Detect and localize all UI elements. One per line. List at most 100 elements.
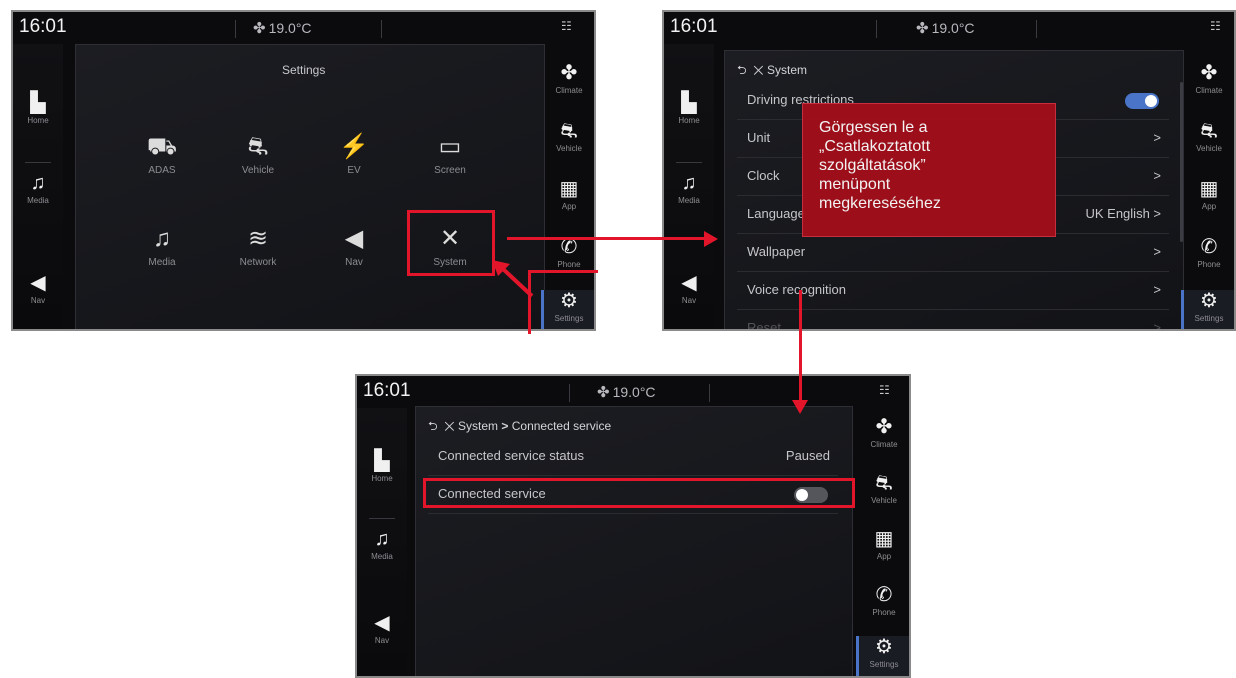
grid-icon: ▦ (559, 178, 579, 200)
callout-line: szolgáltatások” (819, 157, 926, 174)
nav-climate[interactable]: ✤ Climate (544, 62, 594, 95)
nav-home[interactable]: ▙ Home (664, 92, 714, 125)
row-label: Unit (747, 130, 771, 145)
nav-vehicle[interactable]: ⛐ Vehicle (1184, 120, 1234, 153)
music-icon: ♫ (30, 172, 46, 194)
nav-phone-label: Phone (1197, 260, 1221, 269)
tile-media[interactable]: ♫ Media (122, 225, 202, 268)
nav-navigation[interactable]: ◀ Nav (357, 612, 407, 645)
signal-icon: ☷ (1210, 19, 1221, 33)
left-nav: ▙ Home ♫ Media ◀ Nav (13, 44, 63, 329)
panel-title: System (767, 63, 808, 77)
clock: 16:01 (670, 16, 718, 37)
row-label: Wallpaper (747, 244, 806, 259)
nav-phone[interactable]: ✆ Phone (859, 584, 909, 617)
grid-icon: ▦ (874, 528, 894, 550)
tile-ev[interactable]: ⚡ EV (314, 133, 394, 176)
nav-phone[interactable]: ✆ Phone (1184, 236, 1234, 269)
nav-media[interactable]: ♫ Media (13, 172, 63, 205)
breadcrumb-separator: > (501, 419, 509, 433)
breadcrumb-root[interactable]: System (458, 419, 498, 433)
nav-navigation[interactable]: ◀ Nav (664, 272, 714, 305)
nav-vehicle[interactable]: ⛐ Vehicle (544, 120, 594, 153)
system-tile-highlight (407, 210, 495, 276)
temperature[interactable]: ✤ 19.0°C (916, 19, 975, 37)
status-divider (1036, 20, 1037, 38)
navigation-arrow-icon: ◀ (681, 272, 697, 294)
toggle-knob (1145, 95, 1157, 107)
connected-service-panel: ⮌ ✕ System > Connected service Connected… (415, 406, 853, 676)
status-bar: 16:01 ✤ 19.0°C ☷ (664, 12, 1234, 44)
nav-phone[interactable]: ✆ Phone (544, 236, 594, 269)
tile-label: Media (148, 257, 176, 268)
nav-settings[interactable]: ⚙ Settings (856, 636, 909, 676)
tile-screen[interactable]: ▭ Screen (410, 133, 490, 176)
nav-settings[interactable]: ⚙ Settings (1181, 290, 1234, 329)
fan-icon: ✤ (875, 416, 893, 438)
chevron-right-icon: > (1153, 320, 1161, 331)
nav-home[interactable]: ▙ Home (13, 92, 63, 125)
tile-vehicle[interactable]: ⛐ Vehicle (218, 133, 298, 176)
network-icon: ≋ (247, 225, 269, 252)
car-icon: ⛐ (875, 472, 893, 494)
nav-climate[interactable]: ✤ Climate (859, 416, 909, 449)
tile-label: Vehicle (241, 165, 275, 176)
row-connected-service-status: Connected service status Paused (428, 437, 838, 476)
car-icon: ⛐ (560, 120, 578, 142)
tile-nav[interactable]: ◀ Nav (314, 225, 394, 268)
nav-media[interactable]: ♫ Media (357, 528, 407, 561)
page-title: Settings (282, 63, 326, 77)
arrow-diagonal-line (500, 266, 534, 298)
right-nav: ✤ Climate ⛐ Vehicle ▦ App ✆ Phone ⚙ Settings (1181, 44, 1234, 329)
row-wallpaper[interactable]: Wallpaper > (737, 233, 1169, 272)
nav-app-label: App (876, 552, 892, 561)
callout-line: „Csatlakoztatott (819, 138, 931, 155)
nav-app[interactable]: ▦ App (859, 528, 909, 561)
nav-app-label: App (1201, 202, 1217, 211)
temperature[interactable]: ✤ 19.0°C (253, 19, 312, 37)
status-value: Paused (785, 448, 830, 463)
navigation-arrow-icon: ◀ (374, 612, 390, 634)
clock: 16:01 (363, 380, 411, 401)
tile-label: Network (239, 257, 277, 268)
temperature-value: 19.0°C (612, 384, 656, 400)
fan-icon: ✤ (560, 62, 578, 84)
nav-vehicle-label: Vehicle (556, 144, 582, 153)
temperature[interactable]: ✤ 19.0°C (597, 383, 656, 401)
fan-icon: ✤ (1200, 62, 1218, 84)
connected-service-screen: 16:01 ✤ 19.0°C ☷ ▙ Home ♫ Media ◀ Nav ⮌ ✕ Sy… (355, 374, 911, 678)
driving-restrictions-toggle[interactable] (1125, 93, 1159, 109)
panel-header: ⮌ ✕ System (737, 61, 807, 82)
nav-app[interactable]: ▦ App (1184, 178, 1234, 211)
nav-media[interactable]: ♫ Media (664, 172, 714, 205)
fan-icon: ✤ (916, 20, 929, 37)
arrow-diagonal (492, 260, 534, 298)
nav-app[interactable]: ▦ App (544, 178, 594, 211)
nav-climate-label: Climate (870, 440, 898, 449)
nav-navigation[interactable]: ◀ Nav (13, 272, 63, 305)
car-icon: ⛐ (1200, 120, 1218, 142)
nav-nav-label: Nav (374, 636, 390, 645)
back-icon[interactable]: ⮌ (737, 63, 747, 77)
fan-icon: ✤ (597, 384, 610, 401)
arrow-line (507, 237, 707, 240)
nav-vehicle[interactable]: ⛐ Vehicle (859, 472, 909, 505)
arrow-right-icon (704, 231, 718, 247)
row-value: UK English > (1085, 206, 1161, 221)
scrollbar[interactable] (1180, 82, 1183, 242)
nav-phone-label: Phone (872, 608, 896, 617)
gear-icon: ⚙ (875, 636, 893, 658)
nav-climate[interactable]: ✤ Climate (1184, 62, 1234, 95)
tile-label: ADAS (148, 165, 176, 176)
adas-icon: ⛟ (146, 133, 178, 160)
back-icon[interactable]: ⮌ (428, 419, 438, 433)
music-icon: ♫ (681, 172, 697, 194)
callout-line: Görgessen le a (819, 119, 928, 136)
nav-media-label: Media (27, 196, 49, 205)
nav-settings-label: Settings (1194, 314, 1224, 323)
tile-label: Nav (345, 257, 363, 268)
tile-network[interactable]: ≋ Network (218, 225, 298, 268)
tile-adas[interactable]: ⛟ ADAS (122, 133, 202, 176)
nav-home[interactable]: ▙ Home (357, 450, 407, 483)
arrow-line (799, 290, 802, 402)
